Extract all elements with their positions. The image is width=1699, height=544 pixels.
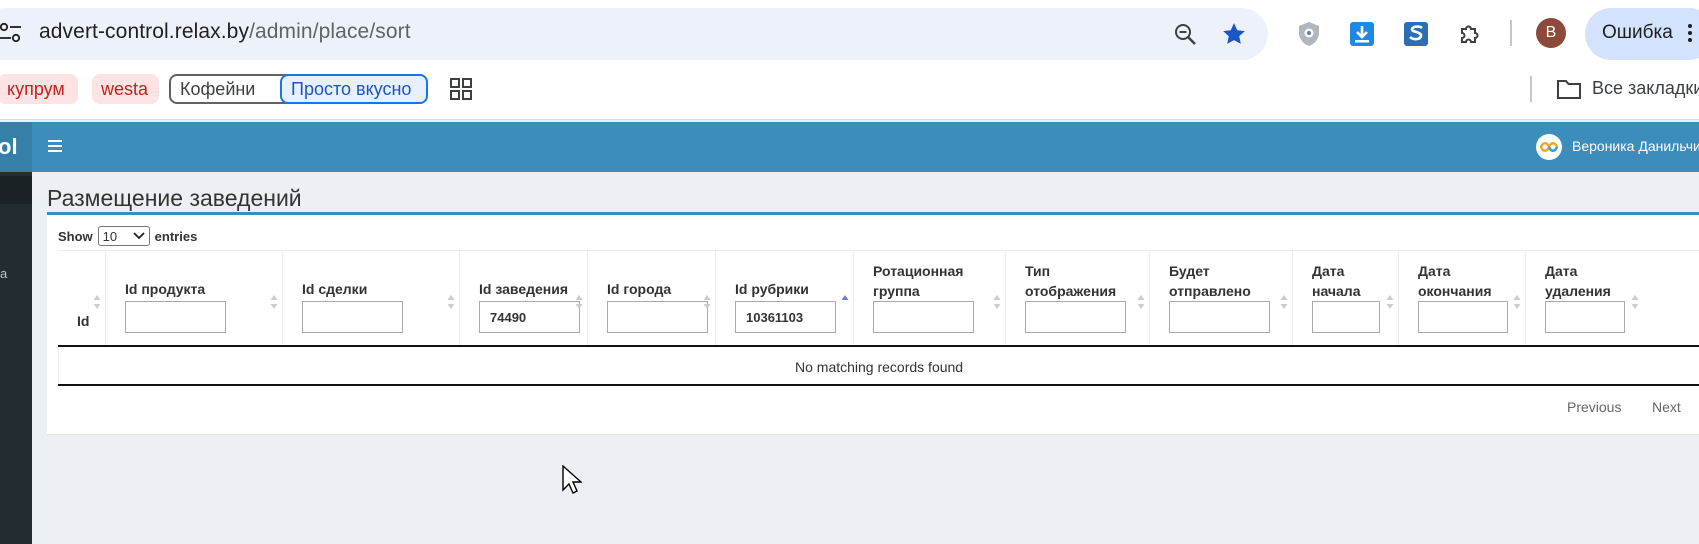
page-title: Размещение заведений bbox=[47, 185, 302, 211]
bookmark-star-icon[interactable] bbox=[1220, 20, 1248, 48]
filter-start-date[interactable] bbox=[1312, 301, 1380, 333]
column-label: Id продукта bbox=[125, 281, 206, 297]
sort-icon bbox=[93, 295, 101, 309]
brand-logo[interactable]: ol bbox=[0, 122, 32, 172]
filter-rubric-id[interactable] bbox=[735, 301, 836, 333]
sort-icon bbox=[1631, 295, 1639, 309]
bookmark-kuprum[interactable]: купрум bbox=[0, 74, 78, 104]
filter-display-type[interactable] bbox=[1025, 301, 1126, 333]
site-info-icon[interactable] bbox=[0, 22, 22, 44]
show-label: Show bbox=[58, 228, 93, 244]
filter-deletion-date[interactable] bbox=[1545, 301, 1625, 333]
profile-error-label: Ошибка bbox=[1602, 22, 1673, 43]
all-bookmarks-button[interactable]: Все закладки bbox=[1592, 78, 1699, 99]
table-footer-border bbox=[58, 384, 1699, 386]
bookmarks-bar: купрум westa Кофейни Просто вкусно bbox=[0, 62, 1699, 120]
page-length-control: Show 10 entries bbox=[58, 226, 197, 246]
shield-extension-icon[interactable] bbox=[1295, 20, 1323, 48]
chevron-down-icon bbox=[133, 232, 145, 240]
column-label: Id города bbox=[607, 281, 672, 297]
sidebar-item-fragment[interactable]: а bbox=[0, 266, 7, 281]
filter-product-id[interactable] bbox=[125, 301, 226, 333]
user-avatar[interactable] bbox=[1536, 134, 1562, 160]
filter-deal-id[interactable] bbox=[302, 301, 403, 333]
bookmark-kofeini[interactable]: Кофейни bbox=[169, 74, 298, 104]
sort-icon bbox=[1386, 295, 1394, 309]
column-label: Id сделки bbox=[302, 281, 368, 297]
column-label: Id рубрики bbox=[735, 281, 809, 297]
filter-city-id[interactable] bbox=[607, 301, 708, 333]
sort-icon bbox=[1280, 295, 1288, 309]
download-extension-icon[interactable] bbox=[1348, 20, 1376, 48]
pagination-previous[interactable]: Previous bbox=[1567, 399, 1621, 415]
column-label: Дата окончания bbox=[1418, 263, 1492, 299]
sidebar-active-item[interactable] bbox=[0, 176, 32, 204]
sort-icon bbox=[703, 295, 711, 309]
column-label: Тип отображения bbox=[1025, 263, 1117, 299]
folder-icon bbox=[1557, 80, 1581, 99]
s-extension-icon[interactable] bbox=[1402, 20, 1430, 48]
zoom-out-icon[interactable] bbox=[1171, 20, 1199, 48]
column-header-id[interactable]: Id bbox=[58, 251, 106, 346]
column-header-rotation-group[interactable]: Ротационная группа bbox=[854, 251, 1006, 346]
sort-icon bbox=[447, 295, 455, 309]
column-header-city-id[interactable]: Id города bbox=[588, 251, 716, 346]
column-header-place-id[interactable]: Id заведения bbox=[460, 251, 588, 346]
sidebar-toggle-icon[interactable] bbox=[48, 139, 62, 153]
sort-icon bbox=[993, 295, 1001, 309]
page-length-select[interactable]: 10 bbox=[97, 226, 150, 246]
top-navbar bbox=[32, 122, 1699, 172]
column-label: Id bbox=[77, 313, 90, 329]
column-label: Дата удаления bbox=[1545, 263, 1611, 299]
sort-icon bbox=[1513, 295, 1521, 309]
pagination-next[interactable]: Next bbox=[1652, 399, 1681, 415]
bookmark-prosto-vkusno[interactable]: Просто вкусно bbox=[280, 74, 428, 104]
column-header-will-be-sent[interactable]: Будет отправлено bbox=[1150, 251, 1293, 346]
extensions-puzzle-icon[interactable] bbox=[1456, 20, 1484, 48]
table-empty-row: No matching records found bbox=[58, 347, 1699, 384]
profile-avatar[interactable]: В bbox=[1536, 18, 1566, 48]
table-header: Id Id продукта Id сделки Id заведения Id… bbox=[58, 250, 1699, 346]
column-header-start-date[interactable]: Дата начала bbox=[1293, 251, 1399, 346]
entries-label: entries bbox=[154, 228, 198, 244]
column-header-deal-id[interactable]: Id сделки bbox=[283, 251, 460, 346]
apps-grid-icon[interactable] bbox=[450, 78, 472, 100]
column-header-end-date[interactable]: Дата окончания bbox=[1399, 251, 1526, 346]
sort-icon bbox=[270, 295, 278, 309]
url-host: advert-control.relax.by bbox=[39, 20, 250, 43]
menu-kebab-icon[interactable] bbox=[1688, 24, 1692, 42]
column-label: Будет отправлено bbox=[1169, 263, 1251, 299]
page-length-value: 10 bbox=[102, 228, 118, 244]
user-name[interactable]: Вероника Данильчик bbox=[1572, 138, 1699, 154]
mouse-cursor-icon bbox=[562, 465, 582, 494]
column-label: Id заведения bbox=[479, 281, 569, 297]
sort-ascending-icon bbox=[841, 295, 849, 300]
filter-rotation-group[interactable] bbox=[873, 301, 974, 333]
filter-will-be-sent[interactable] bbox=[1169, 301, 1270, 333]
bookmark-westa[interactable]: westa bbox=[92, 74, 159, 104]
toolbar-divider bbox=[1510, 20, 1512, 46]
url-path: /admin/place/sort bbox=[249, 20, 411, 43]
sort-icon bbox=[575, 295, 583, 309]
brand-text: ol bbox=[0, 134, 18, 159]
bookmarks-divider bbox=[1530, 76, 1532, 102]
column-header-display-type[interactable]: Тип отображения bbox=[1006, 251, 1150, 346]
column-label: Дата начала bbox=[1312, 263, 1361, 299]
column-header-rubric-id[interactable]: Id рубрики bbox=[716, 251, 854, 346]
url-text[interactable]: advert-control.relax.by/admin/place/sort bbox=[39, 20, 411, 44]
sort-icon bbox=[1137, 295, 1145, 309]
column-header-product-id[interactable]: Id продукта bbox=[106, 251, 283, 346]
filter-place-id[interactable] bbox=[479, 301, 580, 333]
column-label: Ротационная группа bbox=[873, 263, 964, 299]
empty-message: No matching records found bbox=[795, 359, 964, 375]
column-header-deletion-date[interactable]: Дата удаления bbox=[1526, 251, 1699, 346]
filter-end-date[interactable] bbox=[1418, 301, 1508, 333]
